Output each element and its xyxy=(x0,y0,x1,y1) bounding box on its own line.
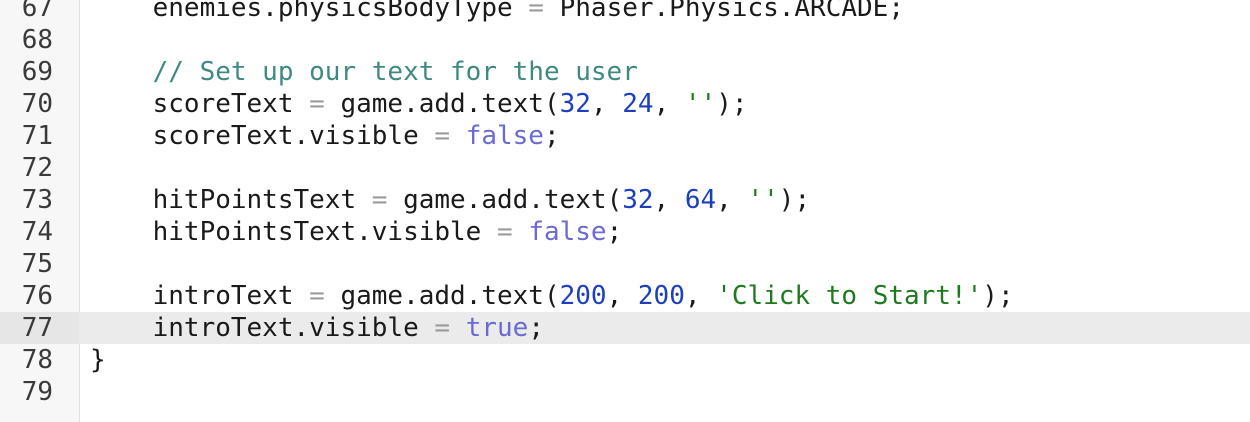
code-line[interactable]: 70 scoreText = game.add.text(32, 24, '')… xyxy=(0,88,1250,120)
code-line[interactable]: 79 xyxy=(0,376,1250,408)
code-text[interactable]: introText = game.add.text(200, 200, 'Cli… xyxy=(90,280,1014,312)
code-token: '' xyxy=(747,185,779,215)
code-token: ); xyxy=(716,89,748,119)
code-token: scoreText xyxy=(90,89,310,119)
code-token: } xyxy=(90,345,106,375)
code-token: true xyxy=(465,313,529,343)
code-token: enemies.physicsBodyType xyxy=(90,0,529,23)
line-number: 78 xyxy=(21,345,53,375)
code-token: ); xyxy=(982,281,1014,311)
code-token: ; xyxy=(528,313,544,343)
line-number: 79 xyxy=(21,377,53,407)
code-text[interactable]: hitPointsText.visible = false; xyxy=(90,216,623,248)
code-token: = xyxy=(309,281,325,311)
code-token: '' xyxy=(684,89,717,119)
code-token: = xyxy=(528,0,544,23)
line-number: 67 xyxy=(21,0,53,23)
code-token: = xyxy=(434,121,451,151)
line-number: 76 xyxy=(21,281,53,311)
code-token: introText xyxy=(90,281,310,311)
code-token: false xyxy=(528,217,607,247)
code-token: false xyxy=(465,121,544,151)
code-token: game.add.text( xyxy=(324,89,560,119)
code-token: = xyxy=(309,89,325,119)
code-token: 200 xyxy=(559,281,607,311)
code-token: = xyxy=(371,185,388,215)
code-token: , xyxy=(716,185,748,215)
code-token: introText.visible xyxy=(90,313,435,343)
code-token: , xyxy=(684,281,717,311)
code-token: game.add.text( xyxy=(387,185,623,215)
code-token: ); xyxy=(778,185,811,215)
code-line[interactable]: 69 // Set up our text for the user xyxy=(0,56,1250,88)
code-token: 32 xyxy=(622,185,654,215)
active-code-line[interactable]: 77 introText.visible = true; xyxy=(0,312,1250,344)
code-text[interactable]: } xyxy=(90,344,106,376)
line-number: 68 xyxy=(21,25,53,55)
code-token: ; xyxy=(606,217,623,247)
line-number: 70 xyxy=(21,89,53,119)
code-token: 32 xyxy=(559,89,591,119)
code-line[interactable]: 73 hitPointsText = game.add.text(32, 64,… xyxy=(0,184,1250,216)
code-token: scoreText.visible xyxy=(90,121,435,151)
line-number: 71 xyxy=(21,121,53,151)
code-token: Phaser.Physics.ARCADE; xyxy=(543,0,904,23)
code-text[interactable]: // Set up our text for the user xyxy=(90,56,638,88)
code-token: 200 xyxy=(637,281,685,311)
code-token: hitPointsText xyxy=(90,185,372,215)
line-number: 72 xyxy=(21,153,53,183)
line-number: 69 xyxy=(21,57,53,87)
line-number: 73 xyxy=(21,185,53,215)
code-line[interactable]: 76 introText = game.add.text(200, 200, '… xyxy=(0,280,1250,312)
code-token: game.add.text( xyxy=(324,281,560,311)
code-token: 64 xyxy=(684,185,717,215)
code-token: 'Click to Start!' xyxy=(716,281,983,311)
code-token: , xyxy=(606,281,638,311)
code-line[interactable]: 68 xyxy=(0,24,1250,56)
code-editor[interactable]: 67 enemies.physicsBodyType = Phaser.Phys… xyxy=(0,0,1250,422)
code-text[interactable]: scoreText = game.add.text(32, 24, ''); xyxy=(90,88,748,120)
code-text[interactable]: scoreText.visible = false; xyxy=(90,120,560,152)
code-token: 24 xyxy=(622,89,654,119)
line-number: 74 xyxy=(21,217,53,247)
code-token: ; xyxy=(543,121,560,151)
code-text[interactable]: introText.visible = true; xyxy=(90,312,544,344)
code-token: = xyxy=(434,313,451,343)
code-line[interactable]: 74 hitPointsText.visible = false; xyxy=(0,216,1250,248)
code-line[interactable]: 72 xyxy=(0,152,1250,184)
code-token: , xyxy=(590,89,623,119)
code-token: , xyxy=(653,89,685,119)
code-token: , xyxy=(653,185,685,215)
code-token: hitPointsText.visible xyxy=(90,217,497,247)
line-number: 75 xyxy=(21,249,53,279)
code-line[interactable]: 78} xyxy=(0,344,1250,376)
code-text[interactable]: hitPointsText = game.add.text(32, 64, ''… xyxy=(90,184,811,216)
code-text[interactable]: enemies.physicsBodyType = Phaser.Physics… xyxy=(90,0,904,24)
code-line[interactable]: 75 xyxy=(0,248,1250,280)
code-token: = xyxy=(497,217,513,247)
code-line[interactable]: 67 enemies.physicsBodyType = Phaser.Phys… xyxy=(0,0,1250,24)
line-number: 77 xyxy=(0,312,79,344)
code-token: // Set up our text for the user xyxy=(90,57,638,87)
code-line[interactable]: 71 scoreText.visible = false; xyxy=(0,120,1250,152)
